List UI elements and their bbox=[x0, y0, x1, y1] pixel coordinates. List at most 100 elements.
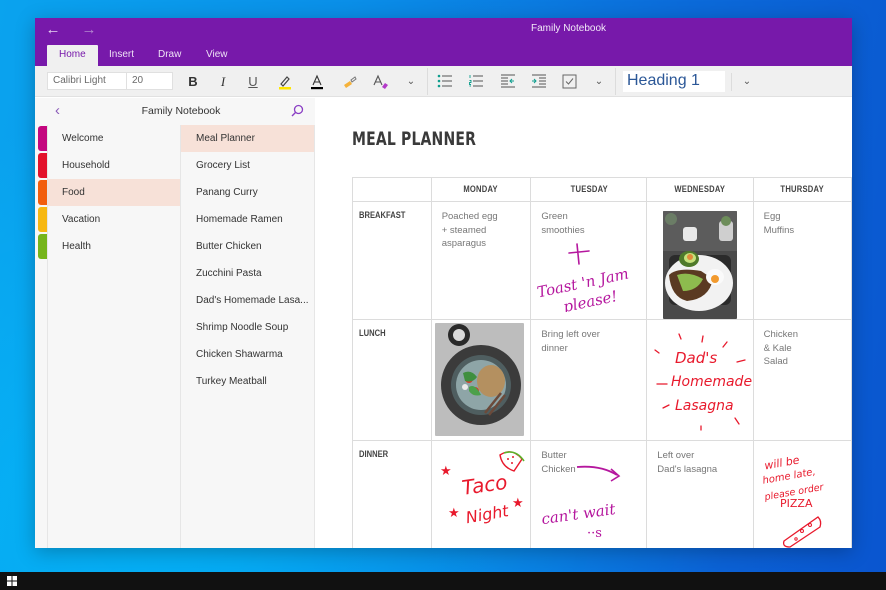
section-label: Household bbox=[62, 160, 110, 171]
page-item[interactable]: Dad's Homemade Lasa... bbox=[181, 287, 314, 314]
row-label-breakfast[interactable]: BREAKFAST bbox=[352, 201, 432, 320]
notebook-header: Family Notebook bbox=[47, 98, 315, 125]
navigation-pane: Family Notebook ‹ Welcome Household Food… bbox=[35, 98, 315, 548]
font-color-button[interactable] bbox=[307, 72, 327, 91]
italic-button[interactable]: I bbox=[213, 72, 233, 91]
tab-insert[interactable]: Insert bbox=[97, 45, 146, 66]
style-dropdown-chevron-icon[interactable]: ⌄ bbox=[737, 72, 757, 91]
cell-text: Green smoothies bbox=[541, 211, 585, 236]
page-item[interactable]: Homemade Ramen bbox=[181, 206, 314, 233]
more-paragraph-chevron-icon[interactable]: ⌄ bbox=[589, 72, 609, 91]
svg-text:PIZZA: PIZZA bbox=[780, 497, 813, 510]
page-item[interactable]: Butter Chicken bbox=[181, 233, 314, 260]
handwriting-pizza-note-ink[interactable]: will be home late, please order PIZZA bbox=[760, 443, 850, 548]
lunch-tuesday-cell[interactable]: Bring left over dinner bbox=[530, 319, 648, 441]
breakfast-monday-cell[interactable]: Poached egg + steamed asparagus bbox=[430, 201, 532, 320]
meal-planner-table: MONDAY TUESDAY WEDNESDAY THURSDAY BREAKF… bbox=[352, 177, 852, 548]
more-formatting-chevron-icon[interactable]: ⌄ bbox=[401, 72, 421, 91]
dinner-wednesday-cell[interactable]: Left over Dad's lasagna bbox=[646, 440, 754, 548]
font-color-icon bbox=[311, 74, 323, 90]
section-health[interactable]: Health bbox=[38, 233, 180, 260]
cell-text: Egg Muffins bbox=[763, 211, 795, 236]
collapse-back-icon[interactable]: ‹ bbox=[55, 102, 60, 120]
handwriting-cant-wait-ink[interactable]: can't wait ··s bbox=[539, 463, 647, 545]
decrease-indent-button[interactable] bbox=[498, 72, 518, 91]
section-welcome[interactable]: Welcome bbox=[38, 125, 180, 152]
dinner-thursday-cell[interactable]: will be home late, please order PIZZA bbox=[752, 440, 852, 548]
dinner-monday-cell[interactable]: ★ ★ ★ Taco Night bbox=[430, 440, 532, 548]
increase-indent-button[interactable] bbox=[529, 72, 549, 91]
column-header-monday[interactable]: MONDAY bbox=[430, 177, 532, 202]
style-selector[interactable]: Heading 1 bbox=[623, 71, 725, 92]
notebook-title[interactable]: Family Notebook bbox=[142, 105, 221, 117]
breakfast-thursday-cell[interactable]: Egg Muffins bbox=[752, 201, 852, 320]
windows-start-icon[interactable] bbox=[7, 576, 17, 586]
tab-draw[interactable]: Draw bbox=[146, 45, 193, 66]
page-item[interactable]: Zucchini Pasta bbox=[181, 260, 314, 287]
table-row: BREAKFAST Poached egg + steamed asparagu… bbox=[352, 201, 852, 320]
page-title[interactable]: MEAL PLANNER bbox=[352, 128, 476, 150]
column-header-thursday[interactable]: THURSDAY bbox=[752, 177, 852, 202]
cell-text: Left over Dad's lasagna bbox=[657, 450, 718, 475]
todo-checkbox-button[interactable] bbox=[559, 72, 579, 91]
page-item[interactable]: Panang Curry bbox=[181, 179, 314, 206]
dinner-tuesday-cell[interactable]: Butter Chicken can't wait ··s bbox=[530, 440, 648, 548]
format-painter-button[interactable] bbox=[340, 72, 360, 91]
page-item[interactable]: Turkey Meatball bbox=[181, 368, 314, 395]
lunch-monday-cell[interactable] bbox=[430, 319, 532, 441]
pages-list: Meal Planner Grocery List Panang Curry H… bbox=[181, 125, 315, 548]
clear-formatting-icon bbox=[373, 74, 388, 89]
format-painter-icon bbox=[344, 76, 357, 88]
ribbon-tabs: Home Insert Draw View bbox=[35, 42, 852, 66]
breakfast-tuesday-cell[interactable]: Green smoothies Toast 'n Jam please! bbox=[530, 201, 648, 320]
section-vacation[interactable]: Vacation bbox=[38, 206, 180, 233]
highlighter-icon bbox=[279, 76, 291, 90]
column-header-label: TUESDAY bbox=[570, 184, 608, 195]
row-label-dinner[interactable]: DINNER bbox=[352, 440, 432, 548]
svg-text:Taco: Taco bbox=[460, 470, 509, 500]
onenote-window: ← → Family Notebook Home Insert Draw Vie… bbox=[35, 18, 852, 548]
table-row: LUNCH Bring left over dinner Dad's Homem… bbox=[352, 319, 852, 441]
column-header-wednesday[interactable]: WEDNESDAY bbox=[646, 177, 754, 202]
salad-bowl-photo[interactable] bbox=[434, 323, 524, 436]
section-label: Food bbox=[62, 187, 85, 198]
numbered-list-button[interactable] bbox=[466, 72, 486, 91]
page-item[interactable]: Shrimp Noodle Soup bbox=[181, 314, 314, 341]
section-food[interactable]: Food bbox=[38, 179, 180, 206]
ribbon-separator bbox=[427, 68, 428, 95]
search-icon[interactable] bbox=[291, 104, 304, 117]
section-label: Health bbox=[62, 241, 91, 252]
underline-button[interactable]: U bbox=[243, 72, 263, 91]
section-color-tab bbox=[38, 126, 47, 151]
font-size-box[interactable]: 20 bbox=[126, 72, 173, 90]
svg-text:Night: Night bbox=[464, 501, 510, 527]
lunch-wednesday-cell[interactable]: Dad's Homemade Lasagna bbox=[646, 319, 754, 441]
tab-view[interactable]: View bbox=[194, 45, 240, 66]
page-item[interactable]: Chicken Shawarma bbox=[181, 341, 314, 368]
window-title: Family Notebook bbox=[530, 23, 607, 34]
page-canvas[interactable]: MEAL PLANNER MONDAY TUESDAY WEDNESDAY TH… bbox=[316, 98, 852, 548]
avocado-toast-photo[interactable] bbox=[663, 211, 738, 319]
column-header-tuesday[interactable]: TUESDAY bbox=[530, 177, 648, 202]
increase-indent-icon bbox=[532, 74, 546, 88]
handwriting-taco-night-ink[interactable]: ★ ★ ★ Taco Night bbox=[436, 447, 530, 537]
row-label-text: BREAKFAST bbox=[359, 210, 406, 221]
svg-text:★: ★ bbox=[448, 505, 460, 520]
row-label-lunch[interactable]: LUNCH bbox=[352, 319, 432, 441]
section-household[interactable]: Household bbox=[38, 152, 180, 179]
tab-home[interactable]: Home bbox=[47, 45, 98, 66]
page-item[interactable]: Meal Planner bbox=[181, 125, 314, 152]
handwriting-dads-lasagna-ink[interactable]: Dad's Homemade Lasagna bbox=[649, 330, 753, 436]
bullet-list-button[interactable] bbox=[435, 72, 455, 91]
page-item[interactable]: Grocery List bbox=[181, 152, 314, 179]
breakfast-wednesday-cell[interactable] bbox=[646, 201, 754, 320]
section-color-tab bbox=[38, 234, 47, 259]
handwriting-toast-n-jam-ink[interactable]: Toast 'n Jam please! bbox=[533, 236, 645, 312]
bold-button[interactable]: B bbox=[183, 72, 203, 91]
lunch-thursday-cell[interactable]: Chicken & Kale Salad bbox=[752, 319, 852, 441]
ribbon-toolbar: Calibri Light 20 B I U ⌄ ⌄ Heading 1 ⌄ bbox=[35, 66, 852, 97]
highlight-button[interactable] bbox=[275, 72, 295, 91]
numbered-list-icon bbox=[469, 75, 483, 87]
clear-formatting-button[interactable] bbox=[371, 72, 391, 91]
font-name-box[interactable]: Calibri Light bbox=[47, 72, 127, 90]
